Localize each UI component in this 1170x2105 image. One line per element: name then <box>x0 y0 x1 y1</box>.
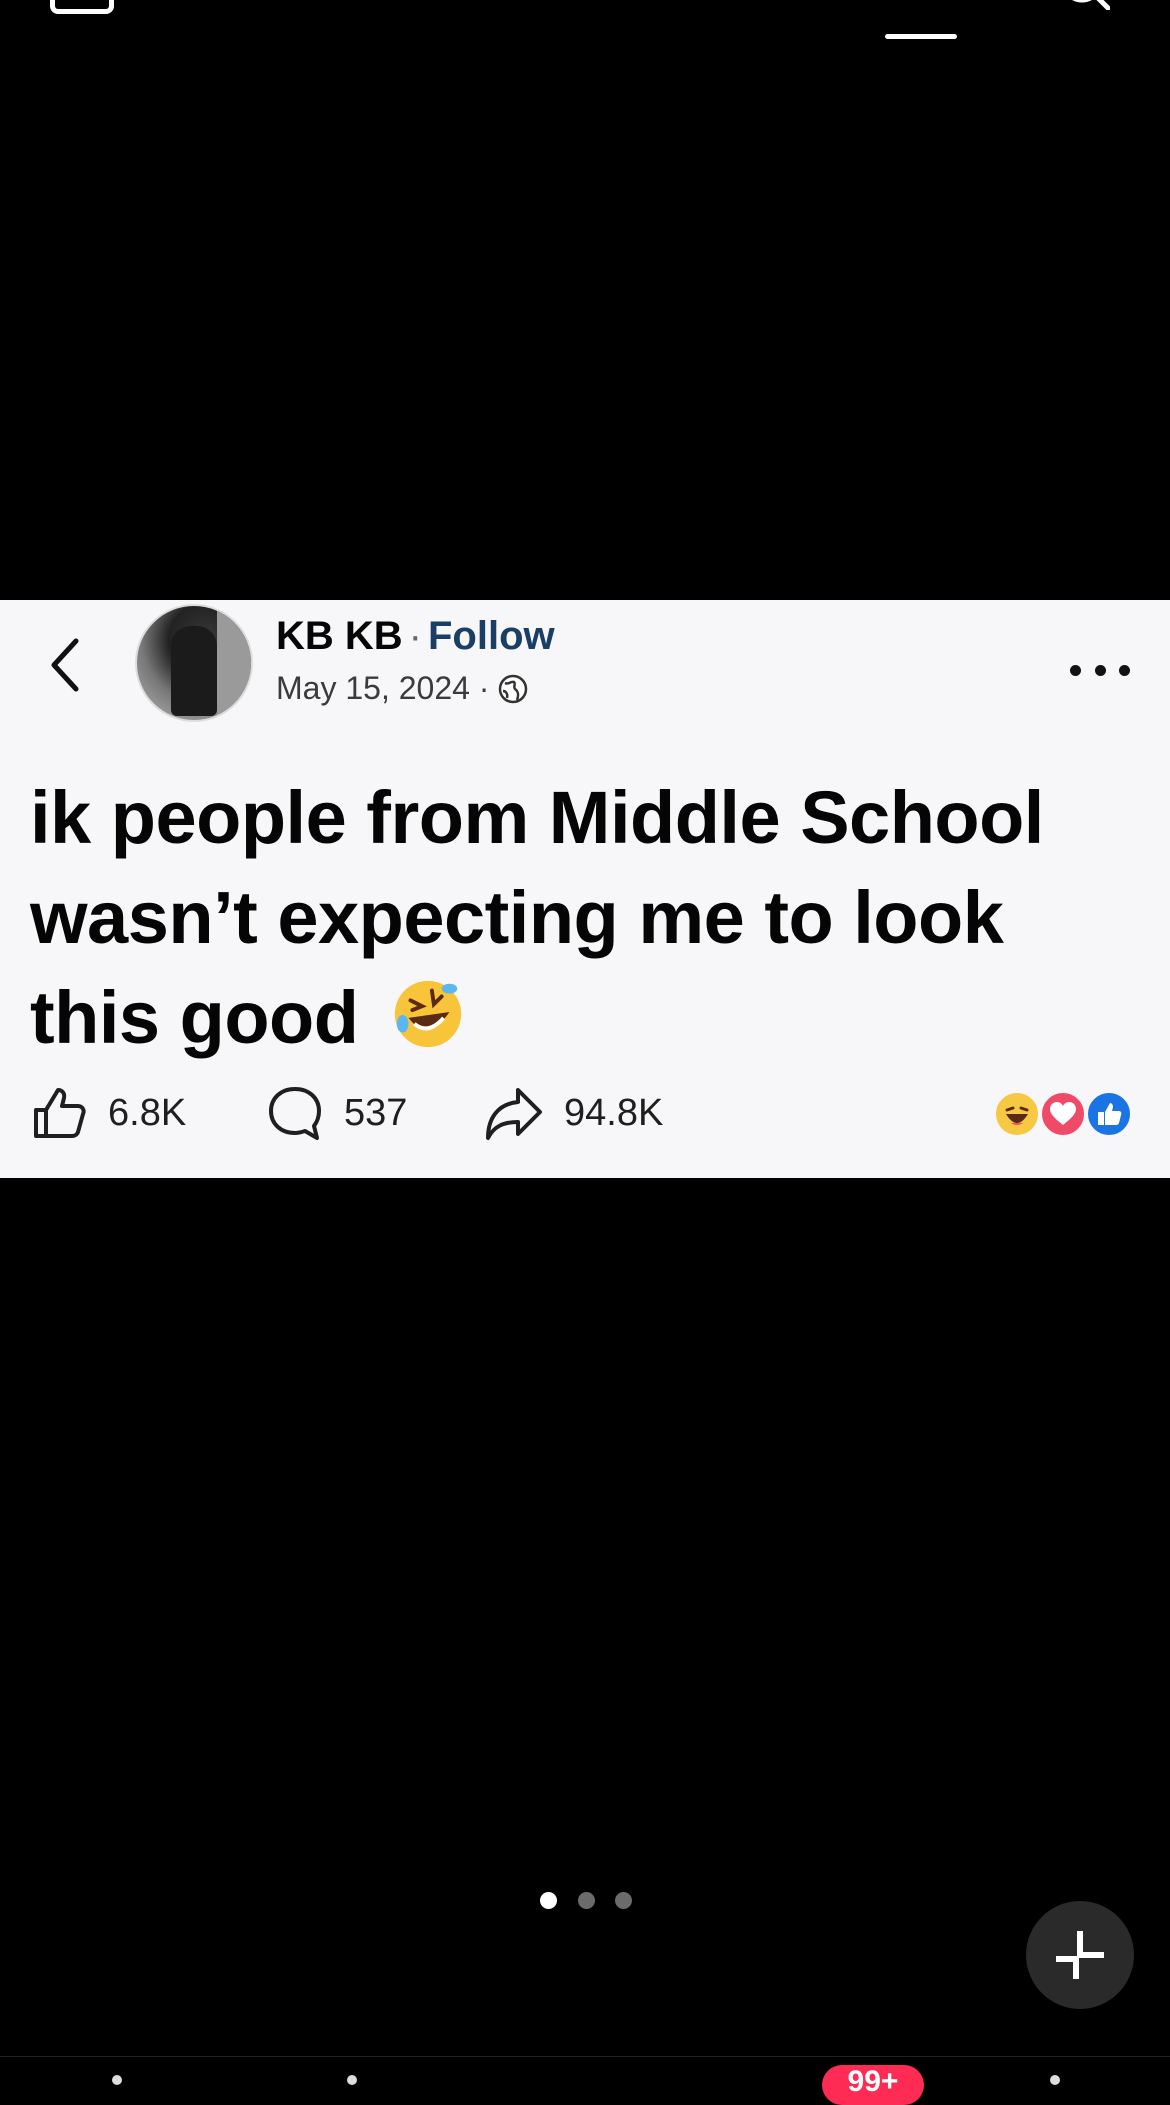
profile-nav-icon[interactable] <box>1050 2075 1060 2085</box>
separator: · <box>408 614 422 658</box>
avatar-figure <box>171 626 217 716</box>
comment-button[interactable]: 537 <box>266 1084 484 1142</box>
post-date-line: May 15, 2024 · <box>276 670 529 707</box>
avatar-background <box>217 606 251 720</box>
back-button[interactable] <box>40 630 90 700</box>
home-nav-icon[interactable] <box>112 2075 122 2085</box>
collapse-button[interactable] <box>1026 1901 1134 2009</box>
share-count: 94.8K <box>564 1091 664 1134</box>
live-icon[interactable] <box>50 0 114 14</box>
avatar[interactable] <box>135 604 253 722</box>
rolling-laughing-emoji-icon <box>394 980 461 1048</box>
post-date: May 15, 2024 · <box>276 670 490 706</box>
globe-icon <box>499 674 528 703</box>
share-button[interactable]: 94.8K <box>484 1084 663 1142</box>
chevron-left-icon <box>51 638 79 692</box>
comment-count: 537 <box>344 1091 408 1134</box>
comment-icon <box>269 1087 321 1140</box>
friends-nav-icon[interactable] <box>347 2075 357 2085</box>
more-dot <box>1119 664 1130 676</box>
follow-button[interactable]: Follow <box>428 614 555 658</box>
thumbs-up-icon <box>34 1088 86 1138</box>
top-bar <box>0 0 1170 60</box>
author-name[interactable]: KB KB <box>276 614 403 658</box>
author-line: KB KB · Follow <box>276 614 555 659</box>
page-dot-active[interactable] <box>540 1892 557 1909</box>
inbox-badge: 99+ <box>822 2065 924 2105</box>
like-count: 6.8K <box>108 1091 187 1134</box>
love-reaction-icon <box>1039 1090 1087 1138</box>
share-arrow-icon <box>486 1088 542 1140</box>
post-text: ik people from Middle School wasn’t expe… <box>30 768 1140 1068</box>
search-icon[interactable] <box>1060 0 1110 10</box>
post-card[interactable]: KB KB · Follow May 15, 2024 · ik people fr… <box>0 600 1170 1178</box>
post-stats-row: 6.8K 537 94.8K <box>30 1080 663 1146</box>
more-options-button[interactable] <box>1070 658 1130 682</box>
like-button[interactable]: 6.8K <box>30 1084 266 1142</box>
page-dot[interactable] <box>615 1892 632 1909</box>
carousel-pagination <box>540 1892 632 1910</box>
more-dot <box>1070 664 1081 676</box>
page-dot[interactable] <box>577 1892 595 1909</box>
active-tab-indicator <box>885 34 957 39</box>
more-dot <box>1094 664 1106 676</box>
post-text-body: ik people from Middle School wasn’t expe… <box>30 776 1044 1059</box>
haha-reaction-icon <box>993 1090 1041 1138</box>
minimize-icon <box>1056 1931 1104 1979</box>
reactions-summary[interactable] <box>993 1090 1137 1140</box>
like-reaction-icon <box>1085 1090 1133 1138</box>
bottom-nav: 99+ <box>0 2056 1170 2105</box>
